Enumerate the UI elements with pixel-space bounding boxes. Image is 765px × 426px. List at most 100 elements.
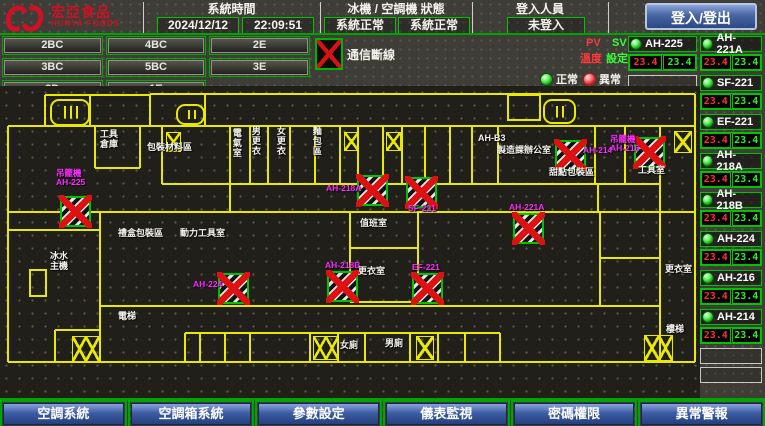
unit-name-row: AH-221A bbox=[700, 36, 762, 52]
sidebar-unit[interactable]: AH-225 23.4 23.4 bbox=[628, 36, 697, 71]
map-label: 吊籠機 AH-216 bbox=[610, 135, 639, 154]
nav-button-cell: 空調系統 bbox=[0, 400, 127, 426]
unit-pv-value: 23.4 bbox=[701, 211, 731, 226]
floor-button-cell: 3E bbox=[209, 58, 310, 77]
ahu-equipment-icon[interactable] bbox=[327, 271, 358, 302]
nav-button[interactable]: 空調系統 bbox=[3, 403, 124, 425]
ahu-equipment-icon[interactable] bbox=[412, 273, 443, 304]
map-label: 女廁 bbox=[340, 341, 358, 351]
unit-values-row: 23.4 23.4 bbox=[700, 288, 762, 305]
map-label: 工具室 bbox=[638, 166, 665, 176]
nav-button-cell: 異常警報 bbox=[638, 400, 765, 426]
floor-button[interactable]: 5BC bbox=[108, 60, 205, 75]
unit-values-row: 23.4 23.4 bbox=[700, 132, 762, 149]
nav-button-cell: 儀表監視 bbox=[383, 400, 510, 426]
nav-button[interactable]: 異常警報 bbox=[641, 403, 762, 425]
ahu-equipment-icon[interactable] bbox=[218, 273, 249, 304]
map-label: 女更衣 bbox=[275, 126, 285, 156]
unit-name-row: AH-214 bbox=[700, 309, 762, 325]
floor-button-cell: 2BC bbox=[2, 36, 103, 55]
header-separator bbox=[0, 33, 765, 35]
sv-sub-header: 設定 bbox=[606, 50, 628, 66]
legend-normal: 正常 bbox=[540, 71, 578, 87]
unit-pv-value: 23.4 bbox=[701, 289, 731, 304]
unit-sv-value: 23.4 bbox=[732, 133, 762, 148]
nav-button[interactable]: 密碼權限 bbox=[514, 403, 635, 425]
logo-icon bbox=[6, 2, 46, 30]
nav-button[interactable]: 參數設定 bbox=[258, 403, 379, 425]
sidebar-empty-slot bbox=[700, 348, 762, 364]
elevator-x-icon bbox=[386, 132, 401, 151]
stairs-icon bbox=[176, 104, 205, 125]
chiller-status-value: 系統正常 bbox=[324, 17, 396, 34]
floor-button[interactable]: 2BC bbox=[4, 38, 101, 53]
sidebar-unit[interactable]: EF-221 23.4 23.4 bbox=[700, 114, 762, 149]
floor-plan: 吊籠機 AH-225AH-218ASF-221AH-214吊籠機 AH-216A… bbox=[0, 86, 700, 398]
map-label: 更衣室 bbox=[665, 265, 692, 275]
sidebar-unit[interactable]: AH-216 23.4 23.4 bbox=[700, 270, 762, 305]
elevator-x-icon bbox=[644, 335, 673, 361]
map-label: AH-B3 bbox=[478, 134, 506, 144]
login-logout-button[interactable]: 登入/登出 bbox=[645, 3, 757, 30]
unit-status-led-icon bbox=[702, 233, 714, 245]
normal-label: 正常 bbox=[556, 71, 578, 87]
unit-status-led-icon bbox=[630, 38, 642, 50]
unit-name-row: SF-221 bbox=[700, 75, 762, 91]
sidebar-unit[interactable]: AH-224 23.4 23.4 bbox=[700, 231, 762, 266]
unit-name-row: AH-216 bbox=[700, 270, 762, 286]
system-date-value: 2024/12/12 bbox=[157, 17, 239, 34]
comm-loss-label: 通信斷線 bbox=[347, 46, 395, 63]
unit-name-row: AH-224 bbox=[700, 231, 762, 247]
company-logo: 宏亞食品 HUNYA FOODS bbox=[6, 2, 120, 30]
sidebar-unit[interactable]: AH-218B 23.4 23.4 bbox=[700, 192, 762, 227]
unit-status-led-icon bbox=[702, 155, 713, 167]
floor-button[interactable]: 4BC bbox=[108, 38, 205, 53]
map-label: 製造課辦公室 bbox=[497, 146, 551, 156]
sidebar-unit[interactable]: AH-214 23.4 23.4 bbox=[700, 309, 762, 344]
ahu-equipment-icon[interactable] bbox=[513, 213, 544, 244]
sidebar-unit[interactable]: SF-221 23.4 23.4 bbox=[700, 75, 762, 110]
sidebar-unit[interactable]: AH-218A 23.4 23.4 bbox=[700, 153, 762, 188]
ahu-status-value: 系統正常 bbox=[398, 17, 470, 34]
map-label: SF-221 bbox=[408, 204, 436, 213]
floor-button-cell: 3BC bbox=[2, 58, 103, 77]
unit-status-led-icon bbox=[702, 311, 714, 323]
sidebar-unit[interactable]: AH-221A 23.4 23.4 bbox=[700, 36, 762, 71]
header-divider bbox=[608, 2, 609, 33]
map-label: AH-218B bbox=[325, 261, 360, 270]
floor-button-cell: 2E bbox=[209, 36, 310, 55]
map-label: 值班室 bbox=[360, 219, 387, 229]
unit-values-row: 23.4 23.4 bbox=[700, 93, 762, 110]
unit-name: AH-218B bbox=[716, 188, 760, 212]
login-status-value: 未登入 bbox=[507, 17, 585, 34]
pv-sub-header: 溫度 bbox=[580, 50, 602, 66]
unit-name-row: AH-218B bbox=[700, 192, 762, 208]
ahu-equipment-icon[interactable] bbox=[357, 175, 388, 206]
floor-button[interactable]: 2E bbox=[211, 38, 308, 53]
unit-status-led-icon bbox=[702, 194, 713, 206]
map-label: 禮盒包裝區 bbox=[118, 229, 163, 239]
legend-abnormal: 異常 bbox=[583, 71, 621, 87]
unit-pv-value: 23.4 bbox=[701, 172, 731, 187]
elevator-x-icon bbox=[416, 336, 434, 360]
logo-subtext: HUNYA FOODS bbox=[51, 19, 120, 28]
floor-button[interactable]: 3E bbox=[211, 60, 308, 75]
map-label: AH-221A bbox=[509, 203, 544, 212]
nav-button[interactable]: 空調箱系統 bbox=[131, 403, 252, 425]
unit-sv-value: 23.4 bbox=[732, 94, 762, 109]
nav-button-cell: 空調箱系統 bbox=[128, 400, 255, 426]
sidebar-right-column: AH-221A 23.4 23.4 SF-221 23.4 23.4 bbox=[700, 36, 762, 386]
unit-sv-value: 23.4 bbox=[663, 55, 696, 70]
unit-sv-value: 23.4 bbox=[732, 55, 762, 70]
unit-name-row: AH-218A bbox=[700, 153, 762, 169]
nav-button-cell: 密碼權限 bbox=[511, 400, 638, 426]
nav-button-cell: 參數設定 bbox=[255, 400, 382, 426]
ahu-equipment-icon[interactable] bbox=[60, 196, 91, 227]
unit-sv-value: 23.4 bbox=[732, 289, 762, 304]
map-label: AH-224 bbox=[193, 280, 222, 289]
unit-sv-value: 23.4 bbox=[732, 172, 762, 187]
unit-pv-value: 23.4 bbox=[701, 133, 731, 148]
logo-text: 宏亞食品 bbox=[51, 5, 120, 19]
nav-button[interactable]: 儀表監視 bbox=[386, 403, 507, 425]
floor-button[interactable]: 3BC bbox=[4, 60, 101, 75]
